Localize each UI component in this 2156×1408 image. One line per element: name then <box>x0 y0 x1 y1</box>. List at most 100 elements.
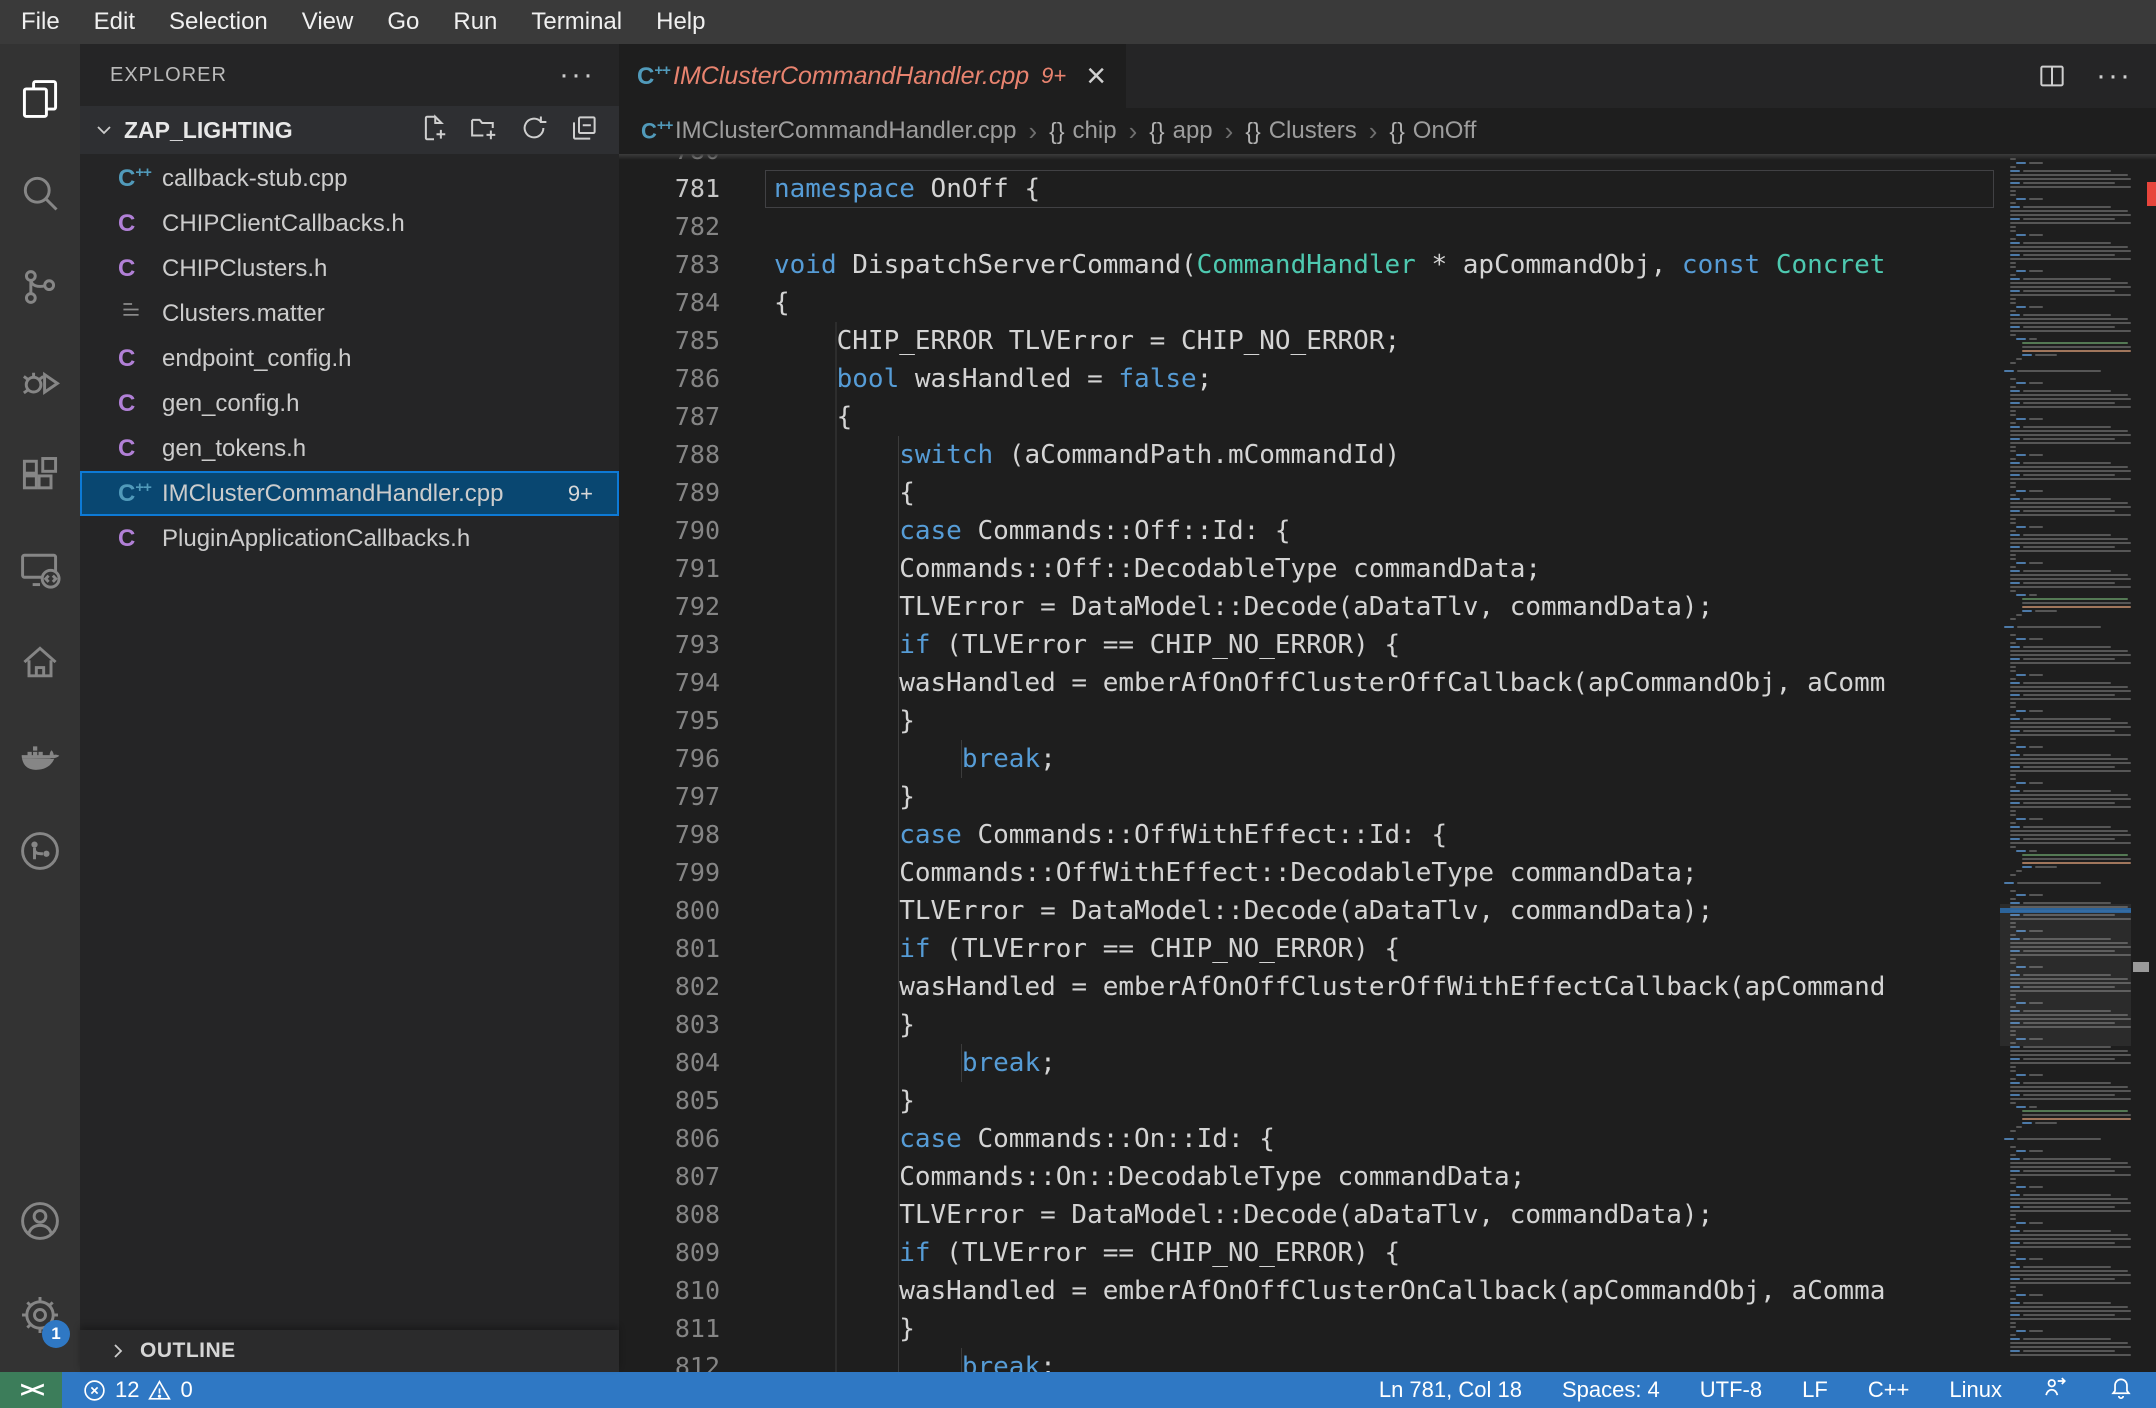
code-line-783[interactable]: 783 void DispatchServerCommand(CommandHan… <box>619 246 2000 284</box>
code-line-796[interactable]: 796 break; <box>619 740 2000 778</box>
refresh-icon[interactable] <box>519 113 549 148</box>
menu-view[interactable]: View <box>285 0 371 44</box>
source-control-icon[interactable] <box>0 240 80 334</box>
home-icon[interactable] <box>0 616 80 710</box>
code-line-782[interactable]: 782 <box>619 208 2000 246</box>
menu-go[interactable]: Go <box>370 0 436 44</box>
new-file-icon[interactable] <box>419 113 449 148</box>
code-line-781[interactable]: 781 namespace OnOff { <box>619 170 2000 208</box>
file-item-CHIPClientCallbacks.h[interactable]: C CHIPClientCallbacks.h <box>80 201 619 246</box>
menu-help[interactable]: Help <box>639 0 722 44</box>
code-line-808[interactable]: 808 TLVError = DataModel::Decode(aDataTlv… <box>619 1196 2000 1234</box>
code-line-785[interactable]: 785 CHIP_ERROR TLVError = CHIP_NO_ERROR; <box>619 322 2000 360</box>
code-line-798[interactable]: 798 case Commands::OffWithEffect::Id: { <box>619 816 2000 854</box>
file-item-gen_config.h[interactable]: Cgen_config.h <box>80 381 619 426</box>
collapse-all-icon[interactable] <box>569 113 599 148</box>
code-line-800[interactable]: 800 TLVError = DataModel::Decode(aDataTlv… <box>619 892 2000 930</box>
explorer-more-actions-icon[interactable]: ··· <box>559 60 595 90</box>
line-number: 785 <box>674 326 720 355</box>
tab-close-icon[interactable]: × <box>1086 59 1106 93</box>
notifications-bell-icon[interactable] <box>2108 1374 2134 1406</box>
code-line-807[interactable]: 807 Commands::On::DecodableType commandDa… <box>619 1158 2000 1196</box>
line-number: 812 <box>674 1352 720 1372</box>
code-line-789[interactable]: 789{ <box>619 474 2000 512</box>
editor-more-actions-icon[interactable]: ··· <box>2096 61 2132 91</box>
code-line-809[interactable]: 809 if (TLVError == CHIP_NO_ERROR) { <box>619 1234 2000 1272</box>
code-line-794[interactable]: 794 wasHandled = emberAfOnOffClusterOffCa… <box>619 664 2000 702</box>
code-line-791[interactable]: 791 Commands::Off::DecodableType commandD… <box>619 550 2000 588</box>
account-icon[interactable] <box>0 1174 80 1268</box>
status-item-lf[interactable]: LF <box>1802 1377 1828 1403</box>
tab-imclustercommandhandler[interactable]: C++ IMClusterCommandHandler.cpp 9+ × <box>619 44 1127 108</box>
code-line-792[interactable]: 792 TLVError = DataModel::Decode(aDataTlv… <box>619 588 2000 626</box>
menu-edit[interactable]: Edit <box>77 0 152 44</box>
file-item-callback-stub.cpp[interactable]: C++ callback-stub.cpp <box>80 156 619 201</box>
problems-status[interactable]: 12 0 <box>62 1377 193 1403</box>
breadcrumb-item-app[interactable]: {} app <box>1149 117 1212 145</box>
code-line-786[interactable]: 786 bool wasHandled = false; <box>619 360 2000 398</box>
code-line-803[interactable]: 803} <box>619 1006 2000 1044</box>
search-icon[interactable] <box>0 146 80 240</box>
code-line-806[interactable]: 806 case Commands::On::Id: { <box>619 1120 2000 1158</box>
new-folder-icon[interactable] <box>469 113 499 148</box>
code-line-810[interactable]: 810 wasHandled = emberAfOnOffClusterOnCal… <box>619 1272 2000 1310</box>
code-line-812[interactable]: 812 break; <box>619 1348 2000 1372</box>
code-viewport[interactable]: 780781namespace OnOff {782 783void Dispat… <box>619 154 2000 1372</box>
file-item-PluginApplicationCallbacks.h[interactable]: C PluginApplicationCallbacks.h <box>80 516 619 561</box>
menu-terminal[interactable]: Terminal <box>514 0 639 44</box>
line-number: 798 <box>674 820 720 849</box>
extensions-icon[interactable] <box>0 428 80 522</box>
code-line-787[interactable]: 787{ <box>619 398 2000 436</box>
code-line-780[interactable]: 780 <box>619 154 2000 170</box>
menu-file[interactable]: File <box>4 0 77 44</box>
file-item-IMClusterCommandHandler.cpp[interactable]: C++ IMClusterCommandHandler.cpp 9+ <box>80 471 619 516</box>
code-line-797[interactable]: 797} <box>619 778 2000 816</box>
file-name: PluginApplicationCallbacks.h <box>162 524 471 552</box>
code-line-801[interactable]: 801 if (TLVError == CHIP_NO_ERROR) { <box>619 930 2000 968</box>
file-name: CHIPClusters.h <box>162 254 328 282</box>
breadcrumb-item-OnOff[interactable]: {} OnOff <box>1389 117 1476 145</box>
git-graph-icon[interactable] <box>0 804 80 898</box>
settings-icon[interactable]: 1 <box>0 1268 80 1362</box>
menu-selection[interactable]: Selection <box>152 0 285 44</box>
status-item-c++[interactable]: C++ <box>1868 1377 1910 1403</box>
file-item-endpoint_config.h[interactable]: Cendpoint_config.h <box>80 336 619 381</box>
split-editor-icon[interactable] <box>2036 60 2068 92</box>
code-line-804[interactable]: 804 break; <box>619 1044 2000 1082</box>
feedback-icon[interactable] <box>2042 1374 2068 1406</box>
remote-indicator[interactable]: >< <box>0 1372 62 1408</box>
code-line-802[interactable]: 802 wasHandled = emberAfOnOffClusterOffWi… <box>619 968 2000 1006</box>
file-item-gen_tokens.h[interactable]: Cgen_tokens.h <box>80 426 619 471</box>
code-line-790[interactable]: 790 case Commands::Off::Id: { <box>619 512 2000 550</box>
status-item-linux[interactable]: Linux <box>1949 1377 2002 1403</box>
menu-run[interactable]: Run <box>436 0 514 44</box>
file-item-CHIPClusters.h[interactable]: C CHIPClusters.h <box>80 246 619 291</box>
overview-ruler[interactable] <box>2131 154 2156 1372</box>
status-item-utf-8[interactable]: UTF-8 <box>1700 1377 1762 1403</box>
folder-section-header[interactable]: ZAP_LIGHTING <box>80 106 619 154</box>
code-line-784[interactable]: 784{ <box>619 284 2000 322</box>
status-item-spaces-4[interactable]: Spaces: 4 <box>1562 1377 1660 1403</box>
explorer-icon[interactable] <box>0 52 80 146</box>
minimap[interactable] <box>2000 154 2131 1372</box>
breadcrumb-separator-icon: › <box>1128 115 1138 146</box>
code-line-811[interactable]: 811} <box>619 1310 2000 1348</box>
outline-section-header[interactable]: OUTLINE <box>80 1330 619 1372</box>
code-line-805[interactable]: 805} <box>619 1082 2000 1120</box>
code-line-788[interactable]: 788 switch (aCommandPath.mCommandId) <box>619 436 2000 474</box>
breadcrumb-item-chip[interactable]: {} chip <box>1049 117 1116 145</box>
docker-icon[interactable] <box>0 710 80 804</box>
line-number: 808 <box>674 1200 720 1229</box>
code-area: 780781namespace OnOff {782 783void Dispat… <box>619 154 2156 1372</box>
code-line-795[interactable]: 795} <box>619 702 2000 740</box>
run-debug-icon[interactable] <box>0 334 80 428</box>
code-line-793[interactable]: 793 if (TLVError == CHIP_NO_ERROR) { <box>619 626 2000 664</box>
file-item-Clusters.matter[interactable]: Clusters.matter <box>80 291 619 336</box>
indent-guides <box>774 1082 900 1120</box>
status-item-ln-781-col-18[interactable]: Ln 781, Col 18 <box>1379 1377 1522 1403</box>
cpp-file-icon: C++ <box>637 61 671 90</box>
code-line-799[interactable]: 799 Commands::OffWithEffect::DecodableTyp… <box>619 854 2000 892</box>
remote-explorer-icon[interactable] <box>0 522 80 616</box>
breadcrumb-item-IMClusterCommandHandler.cpp[interactable]: C++ IMClusterCommandHandler.cpp <box>641 117 1016 145</box>
breadcrumb-item-Clusters[interactable]: {} Clusters <box>1245 117 1356 145</box>
